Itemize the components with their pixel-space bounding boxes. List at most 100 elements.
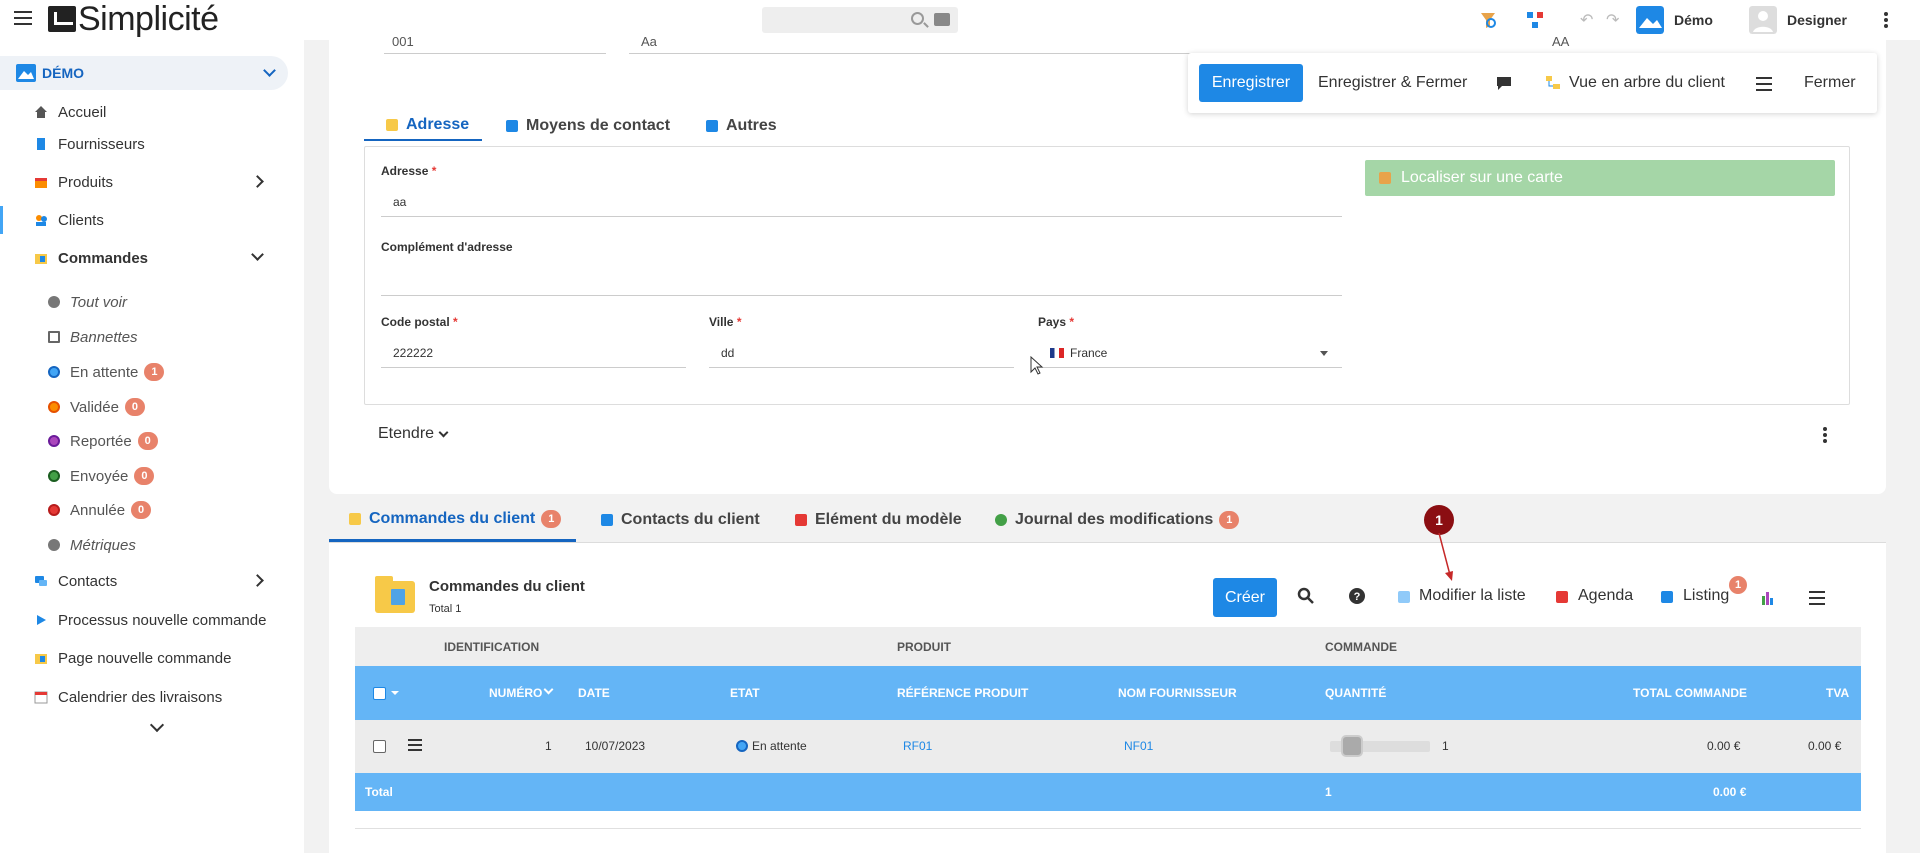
adresse-input[interactable]: aa bbox=[381, 187, 1342, 217]
sidebar-item-label: Contacts bbox=[58, 572, 118, 590]
sidebar-sub-tout-voir[interactable]: Tout voir bbox=[0, 289, 288, 315]
sidebar-sub-label: Envoyée bbox=[70, 467, 129, 485]
row-menu-icon[interactable] bbox=[408, 739, 422, 754]
model-icon[interactable] bbox=[1526, 11, 1544, 29]
sidebar-sub-label: Validée bbox=[70, 398, 119, 416]
search-object-icon[interactable] bbox=[1479, 11, 1497, 29]
menu-lines-icon[interactable] bbox=[1809, 591, 1825, 605]
tab-contacts-client[interactable]: Contacts du client bbox=[601, 498, 760, 542]
sidebar-item-fournisseurs[interactable]: Fournisseurs bbox=[0, 130, 288, 158]
col-numero[interactable]: NUMÉRO bbox=[489, 686, 542, 700]
sidebar-sub-metriques[interactable]: Métriques bbox=[0, 532, 288, 558]
pays-select[interactable]: France bbox=[1038, 338, 1342, 368]
col-nom-fournisseur[interactable]: NOM FOURNISSEUR bbox=[1118, 686, 1237, 700]
locate-map-button[interactable]: Localiser sur une carte bbox=[1365, 160, 1835, 196]
tab-autres[interactable]: Autres bbox=[706, 111, 777, 141]
sidebar-item-processus[interactable]: Processus nouvelle commande bbox=[0, 606, 288, 634]
sidebar-sub-envoyee[interactable]: Envoyée 0 bbox=[0, 463, 288, 489]
sort-desc-icon[interactable] bbox=[543, 684, 554, 695]
col-total-commande[interactable]: TOTAL COMMANDE bbox=[1633, 686, 1747, 700]
sidebar-domain-demo[interactable]: DÉMO bbox=[0, 56, 288, 90]
menu-icon[interactable] bbox=[14, 11, 32, 27]
table-header: NUMÉRO DATE ETAT RÉFÉRENCE PRODUIT NOM F… bbox=[355, 666, 1861, 720]
sidebar-sub-validee[interactable]: Validée 0 bbox=[0, 394, 288, 420]
help-icon[interactable]: ? bbox=[1348, 587, 1366, 605]
edit-list-button[interactable]: Modifier la liste bbox=[1419, 587, 1526, 605]
save-close-button[interactable]: Enregistrer & Fermer bbox=[1318, 74, 1467, 92]
brand-logo[interactable]: Simplicité bbox=[48, 0, 219, 38]
sidebar-item-contacts[interactable]: Contacts bbox=[0, 567, 288, 595]
close-button[interactable]: Fermer bbox=[1804, 74, 1856, 92]
sidebar-sub-bannettes[interactable]: Bannettes bbox=[0, 324, 288, 350]
save-button[interactable]: Enregistrer bbox=[1199, 64, 1303, 102]
group-produit: PRODUIT bbox=[897, 640, 951, 654]
tab-commandes-client[interactable]: Commandes du client 1 bbox=[329, 498, 576, 542]
search-icon[interactable] bbox=[1297, 587, 1315, 605]
undo-icon[interactable]: ↶ bbox=[1580, 10, 1593, 29]
sidebar-sub-annulee[interactable]: Annulée 0 bbox=[0, 497, 288, 523]
search-icon[interactable] bbox=[911, 12, 924, 25]
col-etat[interactable]: ETAT bbox=[730, 686, 760, 700]
code-field[interactable]: 001 bbox=[384, 34, 606, 54]
col-tva[interactable]: TVA bbox=[1826, 686, 1849, 700]
tab-label: Commandes du client bbox=[369, 509, 536, 527]
sidebar-item-label: Page nouvelle commande bbox=[58, 649, 232, 667]
cell-fournisseur-link[interactable]: NF01 bbox=[1124, 739, 1153, 753]
tab-adresse[interactable]: Adresse bbox=[364, 111, 482, 141]
field-value: AA bbox=[1552, 34, 1570, 49]
chevron-down-icon[interactable] bbox=[149, 717, 165, 733]
field-value: 222222 bbox=[393, 345, 434, 360]
create-button[interactable]: Créer bbox=[1213, 578, 1277, 617]
sidebar-item-page-commande[interactable]: Page nouvelle commande bbox=[0, 644, 288, 672]
more-vertical-icon[interactable] bbox=[1823, 427, 1827, 445]
code-postal-input[interactable]: 222222 bbox=[381, 338, 686, 368]
select-all-checkbox[interactable] bbox=[373, 687, 386, 700]
sidebar-item-clients[interactable]: Clients bbox=[0, 206, 288, 234]
scope-selector[interactable]: Démo bbox=[1636, 4, 1713, 36]
menu-lines-icon[interactable] bbox=[1756, 77, 1772, 91]
tab-element-modele[interactable]: Elément du modèle bbox=[795, 498, 962, 542]
sidebar-item-calendrier[interactable]: Calendrier des livraisons bbox=[0, 683, 288, 711]
col-reference-produit[interactable]: RÉFÉRENCE PRODUIT bbox=[897, 686, 1028, 700]
col-quantite[interactable]: QUANTITÉ bbox=[1325, 686, 1386, 700]
user-menu[interactable]: Designer bbox=[1749, 4, 1847, 36]
group-identification: IDENTIFICATION bbox=[444, 640, 540, 654]
ville-input[interactable]: dd bbox=[709, 338, 1014, 368]
caret-down-icon[interactable] bbox=[391, 691, 399, 695]
listing-button[interactable]: Listing bbox=[1683, 587, 1729, 605]
count-badge: 1 bbox=[541, 509, 562, 528]
first-name-field[interactable]: AA bbox=[1544, 34, 1624, 54]
group-commande: COMMANDE bbox=[1325, 640, 1397, 654]
field-value: aa bbox=[393, 194, 407, 209]
contacts-icon bbox=[35, 576, 47, 586]
comment-icon[interactable] bbox=[1495, 75, 1513, 91]
tree-view-button[interactable]: Vue en arbre du client bbox=[1569, 74, 1725, 92]
quantity-slider-thumb[interactable] bbox=[1341, 735, 1363, 757]
chart-icon[interactable] bbox=[1761, 590, 1775, 606]
sidebar-item-produits[interactable]: Produits bbox=[0, 168, 288, 196]
column-group-header: IDENTIFICATION PRODUIT COMMANDE bbox=[355, 627, 1861, 666]
expand-button[interactable]: Etendre bbox=[378, 425, 449, 443]
name-field[interactable]: Aa bbox=[629, 34, 1529, 54]
agenda-button[interactable]: Agenda bbox=[1578, 587, 1633, 605]
sidebar-item-commandes[interactable]: Commandes bbox=[0, 244, 288, 272]
sidebar-sub-en-attente[interactable]: En attente 1 bbox=[0, 359, 288, 385]
col-date[interactable]: DATE bbox=[578, 686, 610, 700]
table-row[interactable]: 1 10/07/2023 En attente RF01 NF01 1 0.00… bbox=[355, 720, 1861, 773]
more-vertical-icon[interactable] bbox=[1884, 12, 1888, 30]
redo-icon[interactable]: ↷ bbox=[1606, 10, 1619, 29]
tab-journal[interactable]: Journal des modifications 1 bbox=[995, 498, 1240, 542]
sidebar-sub-reportee[interactable]: Reportée 0 bbox=[0, 428, 288, 454]
card-icon[interactable] bbox=[934, 13, 950, 26]
mouse-cursor-icon bbox=[1030, 356, 1044, 375]
search-input[interactable] bbox=[762, 7, 958, 33]
sidebar-item-accueil[interactable]: Accueil bbox=[0, 98, 288, 126]
complement-label: Complément d'adresse bbox=[381, 240, 513, 254]
cell-ref-produit-link[interactable]: RF01 bbox=[903, 739, 932, 753]
complement-input[interactable] bbox=[381, 266, 1342, 296]
tab-moyens-contact[interactable]: Moyens de contact bbox=[506, 111, 670, 141]
address-icon bbox=[386, 119, 398, 131]
product-icon bbox=[35, 178, 47, 188]
contact-means-icon bbox=[506, 120, 518, 132]
row-checkbox[interactable] bbox=[373, 740, 386, 753]
